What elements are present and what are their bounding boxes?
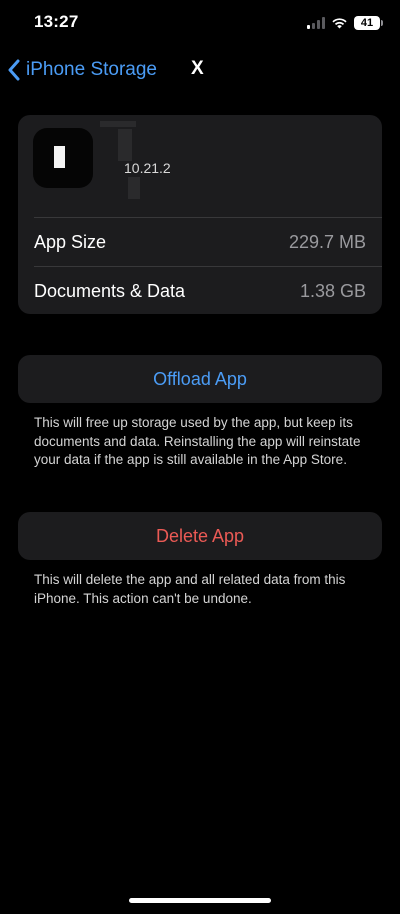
chevron-left-icon <box>8 59 20 81</box>
nav-bar: iPhone Storage X <box>0 50 400 90</box>
offload-app-description: This will free up storage used by the ap… <box>34 415 361 467</box>
status-bar: 13:27 41 <box>0 0 400 44</box>
home-indicator[interactable] <box>129 898 271 903</box>
row-value: 1.38 GB <box>299 281 366 301</box>
app-icon <box>33 128 93 188</box>
delete-app-button[interactable]: Delete App <box>18 512 382 560</box>
divider <box>34 266 382 267</box>
row-label: App Size <box>34 232 107 252</box>
back-button-label: iPhone Storage <box>26 59 157 80</box>
close-button[interactable]: X <box>191 58 204 80</box>
wifi-icon <box>332 18 347 29</box>
divider <box>34 217 382 218</box>
row-value: 229.7 MB <box>288 232 366 252</box>
status-icons: 41 <box>307 14 383 32</box>
storage-row-documents-data: Documents & Data 1.38 GB <box>18 266 382 314</box>
delete-app-description: This will delete the app and all related… <box>34 572 346 606</box>
app-version: 10.21.2 <box>124 160 171 176</box>
app-info-card: 10.21.2 App Size 229.7 MB Documents & Da… <box>18 115 382 314</box>
battery-icon: 41 <box>354 16 383 30</box>
app-header: 10.21.2 <box>18 115 382 217</box>
offload-app-button[interactable]: Offload App <box>18 355 382 403</box>
redacted-app-name <box>128 177 140 199</box>
status-time: 13:27 <box>34 12 79 31</box>
back-button[interactable]: iPhone Storage <box>8 56 157 84</box>
battery-level: 41 <box>360 17 374 29</box>
app-icon-mark <box>54 146 65 168</box>
redacted-app-name <box>100 121 136 127</box>
redacted-app-name <box>118 129 132 161</box>
row-label: Documents & Data <box>34 281 186 301</box>
storage-row-app-size: App Size 229.7 MB <box>18 217 382 267</box>
cellular-signal-icon <box>307 17 325 29</box>
